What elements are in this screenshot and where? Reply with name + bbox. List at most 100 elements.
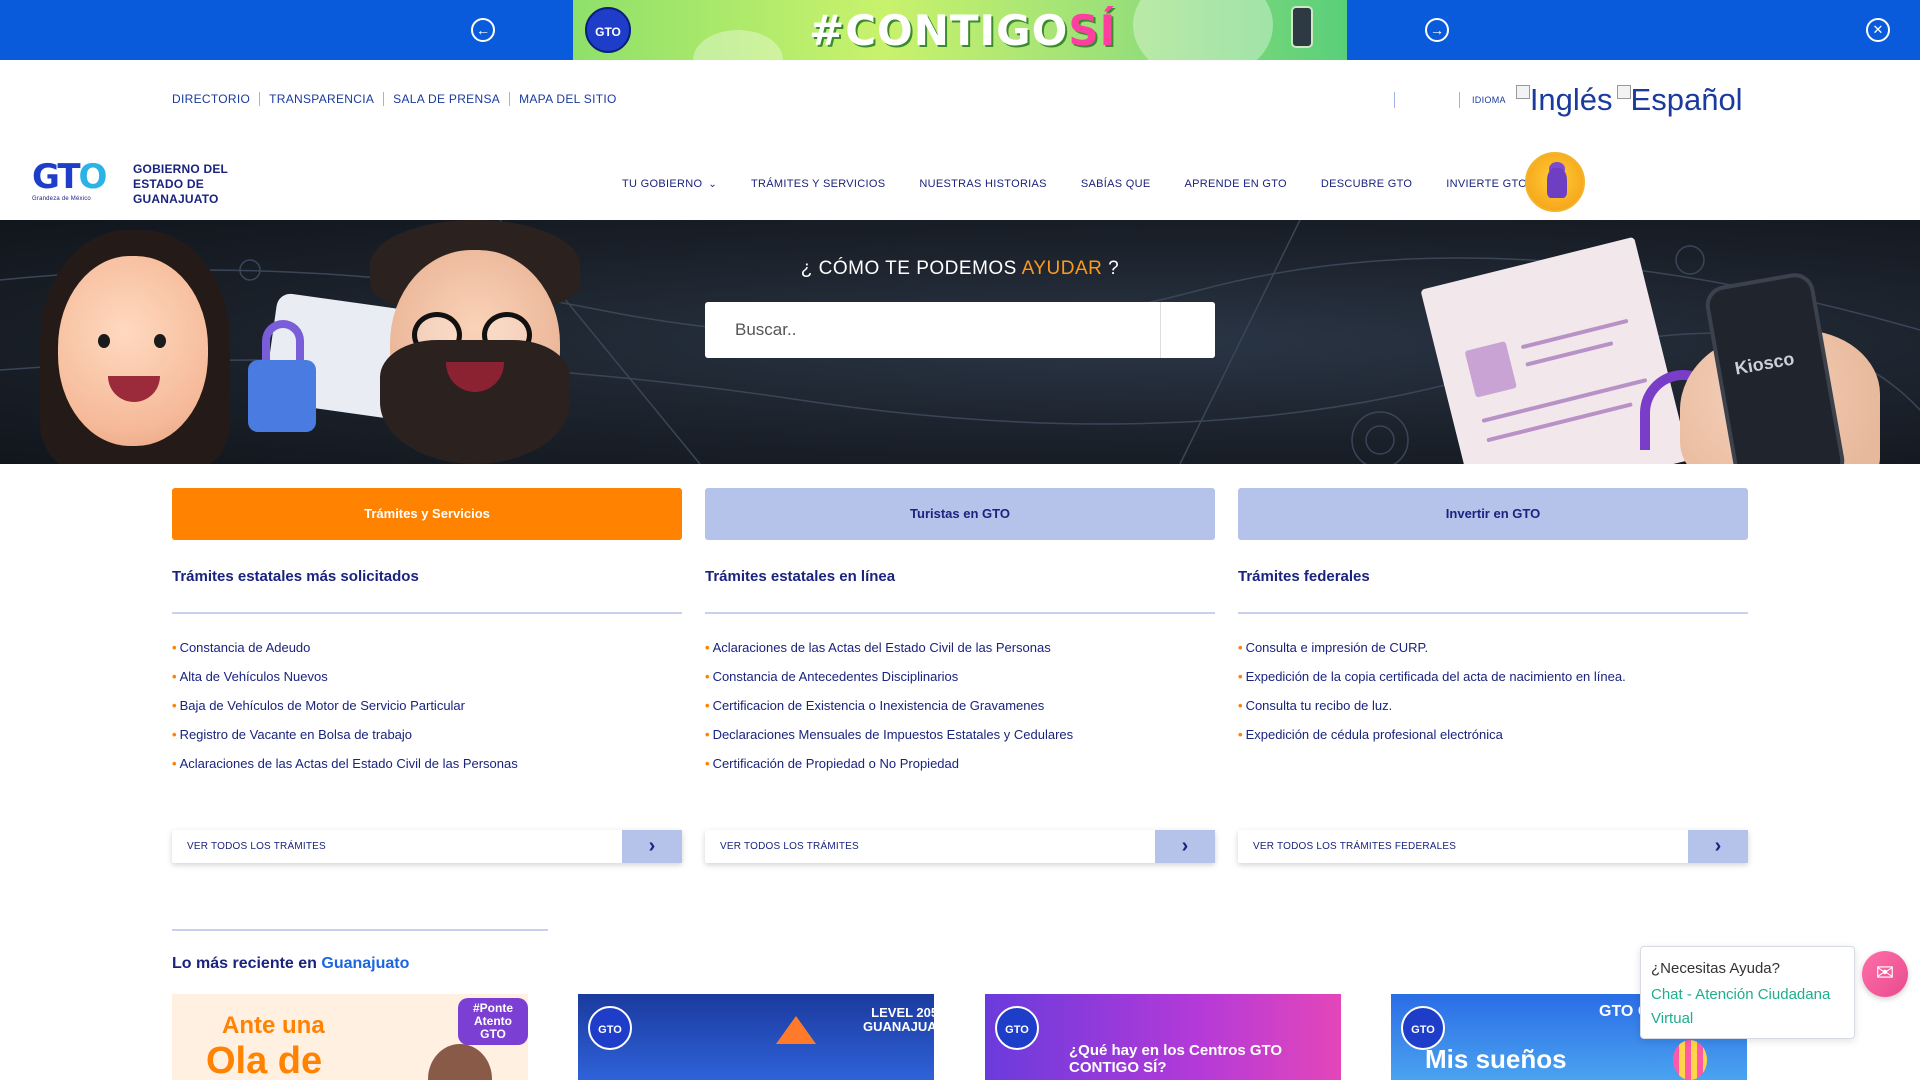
list-item-label: Consulta e impresión de CURP. [1245,640,1429,655]
news-card[interactable]: Ante una Ola de #Ponte Atento GTO [172,994,528,1080]
list-item[interactable]: • Aclaraciones de las Actas del Estado Ci… [172,756,682,785]
bullet-icon: • [172,669,177,684]
nav-item-aprende-en-gto[interactable]: APRENDE EN GTO [1184,178,1286,190]
banner-next-icon[interactable]: → [1425,18,1449,42]
language-option-ingles[interactable]: Inglés [1515,82,1613,118]
language-label: IDIOMA [1472,95,1506,105]
list-item-label: Certificación de Propiedad o No Propieda… [712,756,959,771]
ad-decoration [1133,0,1273,60]
nav-item-sabias-que[interactable]: SABÍAS QUE [1081,178,1151,190]
chevron-right-icon: › [1688,830,1748,863]
list-item[interactable]: • Certificacion de Existencia o Inexisten… [705,698,1215,727]
chat-bubble-icon[interactable]: ✉ [1862,951,1908,997]
list-item[interactable]: • Aclaraciones de las Actas del Estado Ci… [705,640,1215,669]
nav-item-invierte-gto[interactable]: INVIERTE GTO [1446,178,1527,190]
list-item[interactable]: • Constancia de Adeudo [172,640,682,669]
search-input[interactable] [705,302,1160,358]
bullet-icon: • [705,640,710,655]
recent-title-accent: Guanajuato [321,955,410,972]
tab-invertir-en-gto[interactable]: Invertir en GTO [1238,488,1748,540]
gto-badge-icon: GTO [588,1006,632,1050]
list-item[interactable]: • Baja de Vehículos de Motor de Servicio … [172,698,682,727]
divider [1394,92,1395,108]
divider [1238,612,1748,614]
utility-link-mapa-del-sitio[interactable]: MAPA DEL SITIO [509,92,626,106]
hero-search-section: Kiosco ¿ CÓMO TE PODEMOS AYUDAR ? [0,220,1920,464]
list-item[interactable]: • Expedición de la copia certificada del … [1238,669,1748,698]
utility-link-transparencia[interactable]: TRANSPARENCIA [259,92,383,106]
logo-letters: GTO [32,160,117,194]
hero-title-suffix: ? [1102,258,1120,279]
document-photo [1464,341,1517,398]
hero-title-accent: AYUDAR [1021,258,1103,279]
tab-turistas-en-gto[interactable]: Turistas en GTO [705,488,1215,540]
utility-link-sala-de-prensa[interactable]: SALA DE PRENSA [383,92,509,106]
banner-ad[interactable]: GTO #CONTIGOSÍ [573,0,1347,60]
language-selector: IDIOMA Inglés Español [1394,82,1747,118]
bullet-icon: • [172,698,177,713]
padlock-icon [248,360,316,432]
list-item-label: Alta de Vehículos Nuevos [179,669,328,684]
news-card-tag: #Ponte Atento GTO [458,998,528,1045]
search-button[interactable] [1160,302,1215,358]
news-card[interactable]: GTO ¿Qué hay en los Centros GTO CONTIGO … [985,994,1341,1080]
view-all-tramites-button[interactable]: VER TODOS LOS TRÁMITES › [172,830,682,863]
eye [154,334,166,348]
government-name: GOBIERNO DEL ESTADO DE GUANAJUATO [133,162,228,206]
list-item[interactable]: • Declaraciones Mensuales de Impuestos Es… [705,727,1215,756]
list-item-label: Constancia de Antecedentes Disciplinario… [712,669,959,684]
mascot-avatar-icon[interactable] [1525,152,1585,212]
gto-badge-icon: GTO [995,1006,1039,1050]
utility-link-directorio[interactable]: DIRECTORIO [172,92,259,106]
list-item-label: Aclaraciones de las Actas del Estado Civ… [712,640,1051,655]
divider [1459,92,1460,108]
column-title: Trámites estatales en línea [705,568,896,585]
gto-logo[interactable]: GTO Grandeza de México [32,160,117,210]
list-item[interactable]: • Constancia de Antecedentes Disciplinari… [705,669,1215,698]
chat-question: ¿Necesitas Ayuda? [1651,960,1780,977]
phone-icon [1291,6,1313,48]
chat-help-box: ¿Necesitas Ayuda? Chat - Atención Ciudad… [1640,946,1855,1039]
news-card-tag: LEVEL 2050 GUANAJUATO [863,1005,934,1034]
news-card-heading: ¿Qué hay en los Centros GTO CONTIGO SÍ? [1069,1042,1283,1076]
view-all-label: VER TODOS LOS TRÁMITES [187,841,326,852]
column-title: Trámites federales [1238,568,1370,585]
language-option-espanol[interactable]: Español [1616,82,1743,118]
list-item[interactable]: • Alta de Vehículos Nuevos [172,669,682,698]
bullet-icon: • [705,727,710,742]
list-item[interactable]: • Consulta tu recibo de luz. [1238,698,1748,727]
list-item-label: Expedición de cédula profesional electró… [1245,727,1503,742]
nav-item-nuestras-historias[interactable]: NUESTRAS HISTORIAS [919,178,1046,190]
divider [705,612,1215,614]
banner-prev-icon[interactable]: ← [471,18,495,42]
view-all-tramites-en-linea-button[interactable]: VER TODOS LOS TRÁMITES › [705,830,1215,863]
chat-link[interactable]: Chat - Atención Ciudadana Virtual [1651,983,1844,1031]
list-item[interactable]: • Consulta e impresión de CURP. [1238,640,1748,669]
mascot-body [1547,168,1567,198]
chevron-right-icon: › [622,830,682,863]
arrow-up-icon [776,1016,816,1044]
hot-air-balloon-icon [1673,1040,1707,1080]
news-card-heading: Ola de [206,1040,323,1080]
bullet-icon: • [705,756,710,771]
tab-tramites-y-servicios[interactable]: Trámites y Servicios [172,488,682,540]
banner-close-icon[interactable]: ✕ [1866,18,1890,42]
list-item[interactable]: • Certificación de Propiedad o No Propied… [705,756,1215,785]
phone-screen-text: Kiosco [1733,348,1796,379]
list-item[interactable]: • Registro de Vacante en Bolsa de trabajo [172,727,682,756]
news-card-heading: Mis sueños [1425,1044,1567,1074]
column-tramites-federales: Trámites federales • Consulta e impresión… [1238,568,1748,756]
nav-item-descubre-gto[interactable]: DESCUBRE GTO [1321,178,1412,190]
nav-item-tu-gobierno[interactable]: TU GOBIERNO ⌄ [622,178,717,190]
chevron-right-icon: › [1155,830,1215,863]
list-item-label: Consulta tu recibo de luz. [1245,698,1393,713]
view-all-label: VER TODOS LOS TRÁMITES FEDERALES [1253,841,1457,852]
hero-title-prefix: ¿ CÓMO TE PODEMOS [800,258,1022,279]
nav-item-tramites-y-servicios[interactable]: TRÁMITES Y SERVICIOS [751,178,885,190]
news-card[interactable]: GTO LEVEL 2050 GUANAJUATO [578,994,934,1080]
tramites-list: • Consulta e impresión de CURP. • Expedici… [1238,640,1748,756]
view-all-tramites-federales-button[interactable]: VER TODOS LOS TRÁMITES FEDERALES › [1238,830,1748,863]
list-item[interactable]: • Expedición de cédula profesional electr… [1238,727,1748,756]
bullet-icon: • [1238,640,1243,655]
bullet-icon: • [705,698,710,713]
